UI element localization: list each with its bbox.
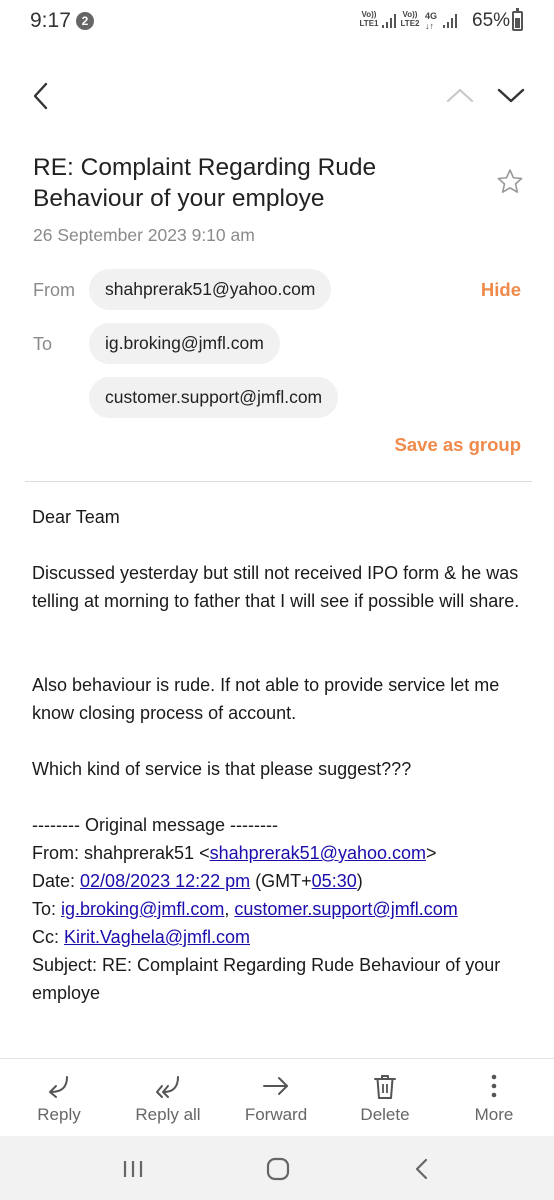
body-greeting: Dear Team	[32, 507, 120, 527]
reply-all-icon	[156, 1076, 179, 1098]
reply-icon	[49, 1076, 68, 1098]
original-to-link[interactable]: customer.support@jmfl.com	[234, 899, 457, 919]
body-paragraph: Which kind of service is that please sug…	[32, 759, 412, 779]
star-button[interactable]	[495, 167, 525, 197]
original-date-line: Date: 02/08/2023 12:22 pm (GMT+05:30)	[32, 871, 363, 891]
body-paragraph: Also behaviour is rude. If not able to p…	[32, 675, 500, 723]
original-message-header: -------- Original message --------	[32, 815, 278, 835]
back-icon	[415, 1158, 428, 1180]
chevron-left-icon	[33, 82, 48, 110]
recent-apps-icon	[123, 1161, 143, 1177]
original-subject-line: Subject: RE: Complaint Regarding Rude Be…	[32, 955, 501, 1003]
reply-button[interactable]: Reply	[4, 1059, 114, 1137]
system-back-button[interactable]	[405, 1152, 439, 1186]
original-cc-line: Cc: Kirit.Vaghela@jmfl.com	[32, 927, 251, 947]
original-date-link[interactable]: 02/08/2023 12:22 pm	[80, 871, 250, 891]
reply-all-button[interactable]: Reply all	[113, 1059, 223, 1137]
more-button[interactable]: More	[439, 1059, 549, 1137]
body-paragraph: Discussed yesterday but still not receiv…	[32, 563, 520, 611]
more-vertical-icon	[491, 1074, 497, 1098]
recipient-chip[interactable]: ig.broking@jmfl.com	[89, 323, 280, 364]
next-email-button[interactable]	[493, 78, 529, 114]
forward-icon	[263, 1077, 288, 1095]
hide-details-button[interactable]: Hide	[481, 279, 521, 301]
home-button[interactable]	[261, 1152, 295, 1186]
original-cc-link[interactable]: Kirit.Vaghela@jmfl.com	[64, 927, 250, 947]
notification-count-badge: 2	[76, 12, 94, 30]
chevron-down-icon	[497, 88, 525, 103]
original-to-line: To: ig.broking@jmfl.com, customer.suppor…	[32, 899, 458, 919]
status-bar: 9:17 2 Vo)) LTE1 Vo)) LTE2 4G ↓↑ 65%	[0, 0, 554, 46]
forward-button[interactable]: Forward	[221, 1059, 331, 1137]
email-date: 26 September 2023 9:10 am	[33, 225, 255, 245]
email-subject: RE: Complaint Regarding Rude Behaviour o…	[33, 154, 377, 212]
header-divider	[25, 481, 532, 482]
previous-email-button[interactable]	[442, 78, 478, 114]
battery-icon	[512, 8, 523, 31]
to-label: To	[33, 334, 53, 354]
status-time: 9:17	[30, 9, 71, 32]
original-timezone-link[interactable]: 05:30	[312, 871, 357, 891]
recipient-chip[interactable]: customer.support@jmfl.com	[89, 377, 339, 418]
delete-button[interactable]: Delete	[330, 1059, 440, 1137]
sim1-signal-icon: Vo)) LTE1	[358, 8, 398, 34]
star-icon	[497, 169, 523, 193]
battery-percentage: 65%	[472, 10, 511, 31]
trash-icon	[374, 1075, 396, 1099]
back-button[interactable]	[24, 78, 60, 114]
save-as-group-button[interactable]: Save as group	[395, 434, 521, 456]
email-body: Dear Team Discussed yesterday but still …	[32, 503, 532, 1007]
original-to-link[interactable]: ig.broking@jmfl.com	[61, 899, 224, 919]
sim2-signal-icon: Vo)) LTE2 4G ↓↑	[399, 8, 465, 34]
original-from-line: From: shahprerak51 <shahprerak51@yahoo.c…	[32, 843, 437, 863]
home-icon	[266, 1157, 290, 1181]
system-navigation-bar	[0, 1136, 554, 1200]
sender-chip[interactable]: shahprerak51@yahoo.com	[89, 269, 332, 310]
from-label: From	[33, 280, 75, 300]
recent-apps-button[interactable]	[116, 1152, 150, 1186]
original-from-link[interactable]: shahprerak51@yahoo.com	[210, 843, 426, 863]
chevron-up-icon	[446, 88, 474, 103]
action-bar: Reply Reply all Forward Delete More	[0, 1058, 554, 1136]
